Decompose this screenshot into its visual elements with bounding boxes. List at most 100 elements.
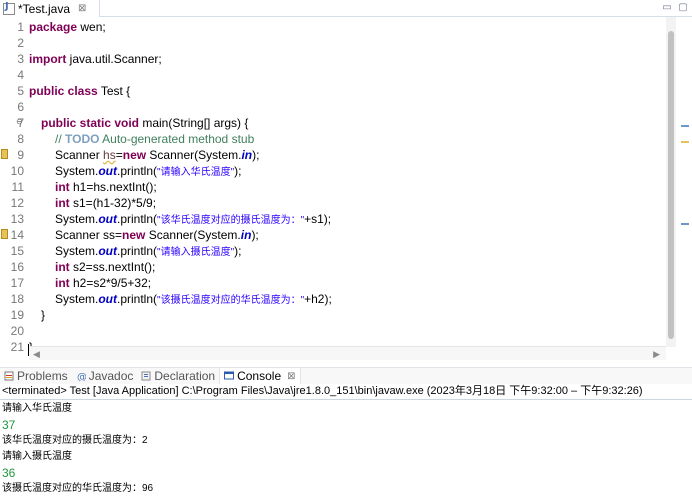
editor-vertical-scrollbar[interactable] (666, 17, 676, 347)
console-output[interactable]: 请输入华氏温度 37 该华氏温度对应的摄氏温度为：2 请输入摄氏温度 36 该摄… (0, 401, 692, 496)
line-number-ruler: 1 2 3 4 5 6 7 8 9 10 11 12 13 14 15 16 1… (0, 17, 24, 354)
tab-label: Javadoc (88, 369, 134, 383)
code-text: .println( (117, 164, 158, 178)
line-number: 1 (17, 20, 24, 34)
code-line-16: int s2=ss.nextInt(); (55, 259, 155, 275)
editor-tab-label: *Test.java (18, 1, 71, 16)
close-icon[interactable]: ⊠ (287, 371, 295, 382)
comment: // (55, 132, 66, 146)
code-line-11: int h1=hs.nextInt(); (55, 179, 157, 195)
line-number: 13 (10, 212, 24, 226)
bottom-panel-tabs: Problems @ Javadoc Declaration Console ⊠ (0, 367, 692, 385)
line-number: 3 (17, 52, 24, 66)
variable-name: hs (103, 148, 116, 162)
scroll-right-icon[interactable]: ▶ (653, 349, 660, 360)
string-literal: "请输入华氏温度" (157, 167, 235, 178)
keyword: int (55, 276, 70, 290)
code-line-9: Scanner hs=new Scanner(System.in); (55, 147, 259, 163)
code-line-8: // TODO Auto-generated method stub (55, 131, 254, 147)
tab-problems[interactable]: Problems (0, 368, 72, 385)
string-literal: "该华氏温度对应的摄氏温度为：" (157, 215, 305, 226)
static-field: in (240, 228, 252, 242)
line-number: 6 (17, 100, 24, 114)
console-line: 请输入华氏温度 (2, 403, 72, 414)
code-text: .println( (117, 244, 158, 258)
line-number: 18 (10, 292, 24, 306)
code-text: .println( (117, 292, 158, 306)
code-text-area[interactable]: package wen; import java.util.Scanner; p… (29, 17, 659, 354)
fold-icon[interactable]: ⊖ (16, 117, 23, 127)
overview-ruler (679, 17, 692, 347)
code-text: System. (55, 164, 99, 178)
declaration-icon (141, 371, 151, 381)
overview-mark[interactable] (681, 223, 689, 225)
scroll-left-icon[interactable]: ◀ (33, 349, 40, 360)
line-number: 17 (10, 276, 24, 290)
code-line-10: System.out.println("请输入华氏温度"); (55, 163, 241, 179)
console-icon (224, 371, 235, 380)
editor-window-controls: ▭ ▢ (662, 1, 688, 13)
java-file-icon (3, 1, 15, 15)
code-text: Scanner(System. (145, 228, 241, 242)
tab-label: Console (237, 369, 282, 383)
editor-horizontal-scrollbar[interactable]: ◀ ▶ (29, 346, 666, 360)
keyword: public static void (41, 116, 140, 130)
scrollbar-thumb[interactable] (668, 31, 674, 339)
svg-text:@: @ (77, 372, 86, 381)
close-icon[interactable]: ⊠ (78, 3, 86, 14)
code-text: wen; (77, 20, 106, 34)
minimize-icon[interactable]: ▭ (662, 1, 672, 13)
line-number: 19 (10, 308, 24, 322)
static-field: in (241, 148, 253, 162)
comment: Auto-generated method stub (99, 132, 255, 146)
maximize-icon[interactable]: ▢ (678, 1, 688, 13)
overview-mark[interactable] (681, 125, 689, 127)
code-line-7: public static void main(String[] args) { (41, 115, 248, 131)
code-text: +s1); (304, 212, 332, 226)
warning-icon[interactable] (1, 149, 8, 159)
editor-tab-test-java[interactable]: *Test.java ⊠ (0, 0, 100, 17)
line-number: 8 (17, 132, 24, 146)
tab-declaration[interactable]: Declaration (137, 368, 219, 385)
line-number: 2 (17, 36, 24, 50)
code-text: ); (234, 164, 242, 178)
console-input-line: 36 (2, 466, 16, 480)
tab-console[interactable]: Console ⊠ (219, 367, 301, 385)
keyword: import (29, 52, 67, 66)
static-field: out (98, 164, 117, 178)
code-text: s2=ss.nextInt(); (69, 260, 156, 274)
line-number: 5 (17, 84, 24, 98)
code-text: h2=s2*9/5+32; (69, 276, 152, 290)
line-number: 16 (10, 260, 24, 274)
line-number: 4 (17, 68, 24, 82)
code-text: java.util.Scanner; (66, 52, 162, 66)
code-editor[interactable]: 1 2 3 4 5 6 7 8 9 10 11 12 13 14 15 16 1… (0, 17, 692, 361)
code-line-1: package wen; (29, 19, 106, 35)
line-number: 15 (10, 244, 24, 258)
code-text: System. (55, 212, 99, 226)
code-line-14: Scanner ss=new Scanner(System.in); (55, 227, 259, 243)
keyword: int (55, 180, 70, 194)
warning-icon[interactable] (1, 229, 8, 239)
code-text: Scanner(System. (146, 148, 242, 162)
line-number: 21 (10, 340, 24, 354)
code-text: Test { (97, 84, 131, 98)
keyword: int (55, 260, 70, 274)
keyword: public class (29, 84, 98, 98)
code-line-15: System.out.println("请输入摄氏温度"); (55, 243, 241, 259)
console-line: 请输入摄氏温度 (2, 451, 72, 462)
code-text: System. (55, 292, 99, 306)
code-text: s1=(h1-32)*5/9; (69, 196, 157, 210)
code-line-13: System.out.println("该华氏温度对应的摄氏温度为："+s1); (55, 211, 331, 227)
tab-label: Problems (17, 369, 68, 383)
code-text: .println( (117, 212, 158, 226)
code-line-12: int s1=(h1-32)*5/9; (55, 195, 156, 211)
code-text: ); (252, 148, 260, 162)
console-status-header: <terminated> Test [Java Application] C:\… (0, 384, 692, 400)
line-number: 20 (10, 324, 24, 338)
tab-javadoc[interactable]: @ Javadoc (72, 368, 138, 385)
line-number: 11 (11, 180, 24, 194)
javadoc-icon: @ (77, 372, 86, 381)
overview-warning-mark[interactable] (681, 141, 689, 143)
tab-label: Declaration (154, 369, 216, 383)
